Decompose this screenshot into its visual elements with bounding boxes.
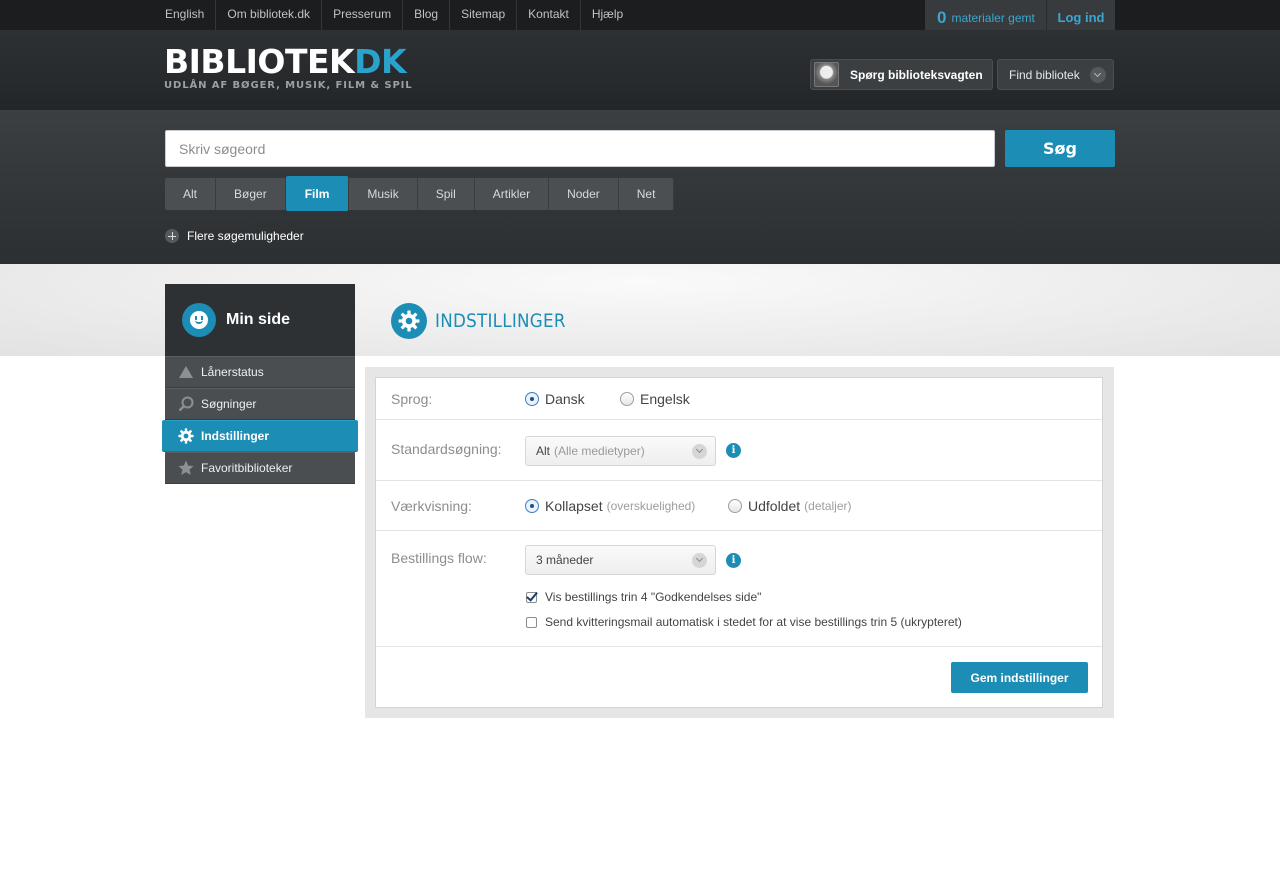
radio-selected[interactable] <box>525 499 539 513</box>
top-nav: English Om bibliotek.dk Presserum Blog S… <box>154 0 634 30</box>
default-search-row: Standardsøgning: Alt (Alle medietyper) i <box>376 420 1102 481</box>
top-link-contact[interactable]: Kontakt <box>517 0 581 30</box>
sidebar-item-label: Søgninger <box>201 397 257 411</box>
sidebar-item-label: Indstillinger <box>201 429 270 443</box>
tab-musik[interactable]: Musik <box>349 178 418 210</box>
gear-icon <box>178 428 194 444</box>
logo-main-text: BIBLIOTEK <box>164 42 355 81</box>
ask-librarian-button[interactable]: Spørg biblioteksvagten <box>810 59 993 90</box>
work-view-option-label: Udfoldet <box>748 498 801 514</box>
page-title: INDSTILLINGER <box>391 303 584 339</box>
order-flow-label: Bestillings flow: <box>391 550 487 566</box>
work-view-option-label: Kollapset <box>545 498 603 514</box>
top-link-english[interactable]: English <box>154 0 217 30</box>
search-input[interactable] <box>165 130 995 167</box>
site-header: BIBLIOTEKDK UDLÅN AF BØGER, MUSIK, FILM … <box>0 30 1280 110</box>
work-view-option-hint: (overskuelighed) <box>606 499 696 513</box>
info-icon[interactable]: i <box>726 553 741 568</box>
language-option-engelsk[interactable]: Engelsk <box>620 391 690 407</box>
search-tabs: Alt Bøger Film Musik Spil Artikler Noder… <box>165 176 675 211</box>
top-link-blog[interactable]: Blog <box>403 0 451 30</box>
show-approval-step-checkbox[interactable]: Vis bestillings trin 4 "Godkendelses sid… <box>526 590 761 604</box>
language-label: Sprog: <box>391 391 433 407</box>
page: English Om bibliotek.dk Presserum Blog S… <box>0 0 1280 870</box>
tab-boger[interactable]: Bøger <box>216 178 286 210</box>
smiley-icon <box>182 303 216 337</box>
sidebar-header: Min side <box>165 284 355 356</box>
radio-unselected[interactable] <box>728 499 742 513</box>
order-flow-select[interactable]: 3 måneder <box>525 545 716 575</box>
more-search-options-link[interactable]: Flere søgemuligheder <box>165 229 304 243</box>
send-receipt-mail-checkbox[interactable]: Send kvitteringsmail automatisk i stedet… <box>526 615 962 629</box>
language-option-label: Engelsk <box>640 391 690 407</box>
sidebar-item-favorite-libraries[interactable]: Favoritbiblioteker <box>165 452 355 484</box>
saved-count: 0 <box>937 7 947 27</box>
work-view-row: Værkvisning: Kollapset (overskuelighed) … <box>376 481 1102 531</box>
checkbox-label: Vis bestillings trin 4 "Godkendelses sid… <box>545 590 762 604</box>
plus-icon <box>165 229 179 243</box>
checkbox-unchecked[interactable] <box>526 616 537 628</box>
default-search-label: Standardsøgning: <box>391 441 502 457</box>
language-row: Sprog: Dansk Engelsk <box>376 378 1102 420</box>
chevron-down-icon <box>692 553 707 568</box>
work-view-option-expanded[interactable]: Udfoldet (detaljer) <box>728 498 852 514</box>
sidebar-item-loan-status[interactable]: Lånerstatus <box>165 356 355 388</box>
librarian-avatar <box>814 62 839 87</box>
saved-label: materialer gemt <box>951 10 1035 25</box>
top-bar: English Om bibliotek.dk Presserum Blog S… <box>0 0 1280 35</box>
sidebar-item-searches[interactable]: Søgninger <box>165 388 355 420</box>
radio-unselected[interactable] <box>620 392 634 406</box>
work-view-option-hint: (detaljer) <box>804 499 852 513</box>
sidebar-item-settings[interactable]: Indstillinger <box>162 420 358 452</box>
find-library-label: Find bibliotek <box>1009 67 1080 82</box>
tab-net[interactable]: Net <box>618 178 675 210</box>
top-link-sitemap[interactable]: Sitemap <box>450 0 518 30</box>
sidebar-item-label: Favoritbiblioteker <box>201 461 293 475</box>
sidebar: Min side Lånerstatus Søgninger Indstilli… <box>162 284 358 484</box>
page-title-text: INDSTILLINGER <box>435 310 566 332</box>
gear-icon <box>391 303 427 339</box>
top-link-about[interactable]: Om bibliotek.dk <box>216 0 323 30</box>
default-search-select[interactable]: Alt (Alle medietyper) <box>525 436 716 466</box>
tab-film[interactable]: Film <box>285 176 350 211</box>
settings-panel: Sprog: Dansk Engelsk Standardsøgning: Al… <box>365 367 1114 718</box>
sidebar-item-label: Lånerstatus <box>201 365 264 379</box>
chevron-down-icon <box>692 444 707 459</box>
info-icon[interactable]: i <box>726 443 741 458</box>
radio-selected[interactable] <box>525 392 539 406</box>
order-flow-row: Bestillings flow: 3 måneder i Vis bestil… <box>376 531 1102 647</box>
select-value-hint: (Alle medietyper) <box>554 444 645 458</box>
work-view-label: Værkvisning: <box>391 498 472 514</box>
logo-tagline: UDLÅN AF BØGER, MUSIK, FILM & SPIL <box>164 80 413 91</box>
top-link-help[interactable]: Hjælp <box>581 0 634 30</box>
sidebar-title: Min side <box>226 311 291 328</box>
tab-artikler[interactable]: Artikler <box>474 178 550 210</box>
work-view-option-collapsed[interactable]: Kollapset (overskuelighed) <box>525 498 695 514</box>
more-search-options-label: Flere søgemuligheder <box>187 229 304 243</box>
logo-dk-text: DK <box>354 42 407 81</box>
star-icon <box>178 460 194 476</box>
tab-alt[interactable]: Alt <box>165 178 217 210</box>
logo-wordmark: BIBLIOTEKDK <box>164 45 413 78</box>
top-link-press[interactable]: Presserum <box>322 0 404 30</box>
triangle-icon <box>178 364 194 380</box>
tab-spil[interactable]: Spil <box>417 178 475 210</box>
tab-noder[interactable]: Noder <box>549 178 619 210</box>
settings-card: Sprog: Dansk Engelsk Standardsøgning: Al… <box>375 377 1103 708</box>
search-area: Søg Alt Bøger Film Musik Spil Artikler N… <box>0 110 1280 264</box>
chevron-down-icon <box>1089 66 1106 83</box>
language-option-label: Dansk <box>545 391 585 407</box>
checkbox-label: Send kvitteringsmail automatisk i stedet… <box>545 615 962 629</box>
ask-librarian-label: Spørg biblioteksvagten <box>850 67 983 82</box>
save-settings-button[interactable]: Gem indstillinger <box>951 662 1088 693</box>
select-value: 3 måneder <box>536 553 594 567</box>
checkbox-checked[interactable] <box>526 591 537 603</box>
select-value: Alt <box>536 444 551 458</box>
magnifier-icon <box>178 396 194 412</box>
search-button[interactable]: Søg <box>1005 130 1115 167</box>
find-library-dropdown[interactable]: Find bibliotek <box>997 59 1114 90</box>
language-option-dansk[interactable]: Dansk <box>525 391 585 407</box>
bibliotek-dk-logo[interactable]: BIBLIOTEKDK UDLÅN AF BØGER, MUSIK, FILM … <box>164 45 413 91</box>
